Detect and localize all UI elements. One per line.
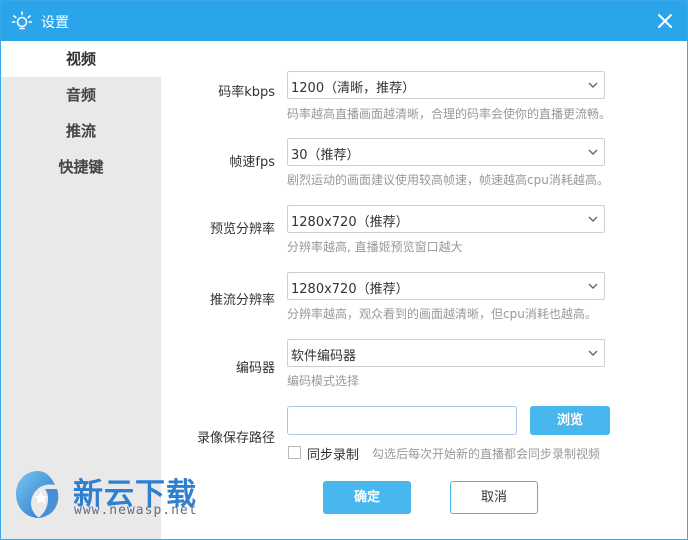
watermark-logo-icon [16,471,59,518]
sync-record-label[interactable]: 同步录制 [307,444,359,463]
ok-button[interactable]: 确定 [323,481,411,514]
fps-hint: 剧烈运动的画面建议使用较高帧速，帧速越高cpu消耗越高。 [287,173,609,187]
record-path-label: 录像保存路径 [196,431,275,446]
sidebar-item-shortcuts[interactable]: 快捷键 [1,149,161,185]
sidebar-item-streaming[interactable]: 推流 [1,113,161,149]
title-bar: 设置 [1,1,687,41]
window-title: 设置 [41,15,69,31]
stream-resolution-label: 推流分辨率 [209,293,275,308]
preview-resolution-select[interactable]: 1280x720（推荐） [287,205,605,233]
preview-resolution-hint: 分辨率越高, 直播姬预览窗口越大 [287,240,463,254]
encoder-hint: 编码模式选择 [287,374,360,388]
preview-resolution-label: 预览分辨率 [209,222,275,237]
fps-select[interactable]: 30（推荐） [287,138,605,166]
chevron-down-icon [588,149,598,155]
settings-panel: 码率kbps 1200（清晰，推荐） 码率越高直播画面越清晰，合理的码率会使你的… [161,41,687,539]
sidebar-item-audio[interactable]: 音频 [1,77,161,113]
chevron-down-icon [588,82,598,88]
chevron-down-icon [588,283,598,289]
fps-label: 帧速fps [229,155,275,170]
watermark-url: www.newasp.net [74,503,198,518]
encoder-value: 软件编码器 [291,349,357,364]
lightbulb-icon [11,11,33,30]
chevron-down-icon [588,350,598,356]
encoder-select[interactable]: 软件编码器 [287,339,605,367]
fps-value: 30（推荐） [291,148,360,163]
watermark: 新云下载 www.newasp.net [11,465,221,529]
bitrate-value: 1200（清晰，推荐） [291,81,416,96]
encoder-label: 编码器 [235,361,275,376]
sidebar-item-video[interactable]: 视频 [1,41,161,77]
settings-window: 设置 视频 音频 推流 快捷键 码率kbps 1200（清晰，推荐） 码率越高直… [0,0,688,540]
stream-resolution-hint: 分辨率越高，观众看到的画面越清晰，但cpu消耗也越高。 [287,307,597,321]
record-path-input[interactable] [287,406,517,435]
stream-resolution-value: 1280x720（推荐） [291,282,409,297]
sync-record-hint: 勾选后每次开始新的直播都会同步录制视频 [372,447,601,461]
bitrate-hint: 码率越高直播画面越清晰，合理的码率会使你的直播更流畅。 [287,107,612,121]
chevron-down-icon [588,216,598,222]
browse-button[interactable]: 浏览 [530,406,610,435]
close-icon[interactable] [653,9,677,33]
preview-resolution-value: 1280x720（推荐） [291,215,409,230]
sync-record-checkbox[interactable] [288,446,301,459]
bitrate-label: 码率kbps [218,85,275,100]
bitrate-select[interactable]: 1200（清晰，推荐） [287,71,605,99]
cancel-button[interactable]: 取消 [450,481,538,514]
stream-resolution-select[interactable]: 1280x720（推荐） [287,272,605,300]
